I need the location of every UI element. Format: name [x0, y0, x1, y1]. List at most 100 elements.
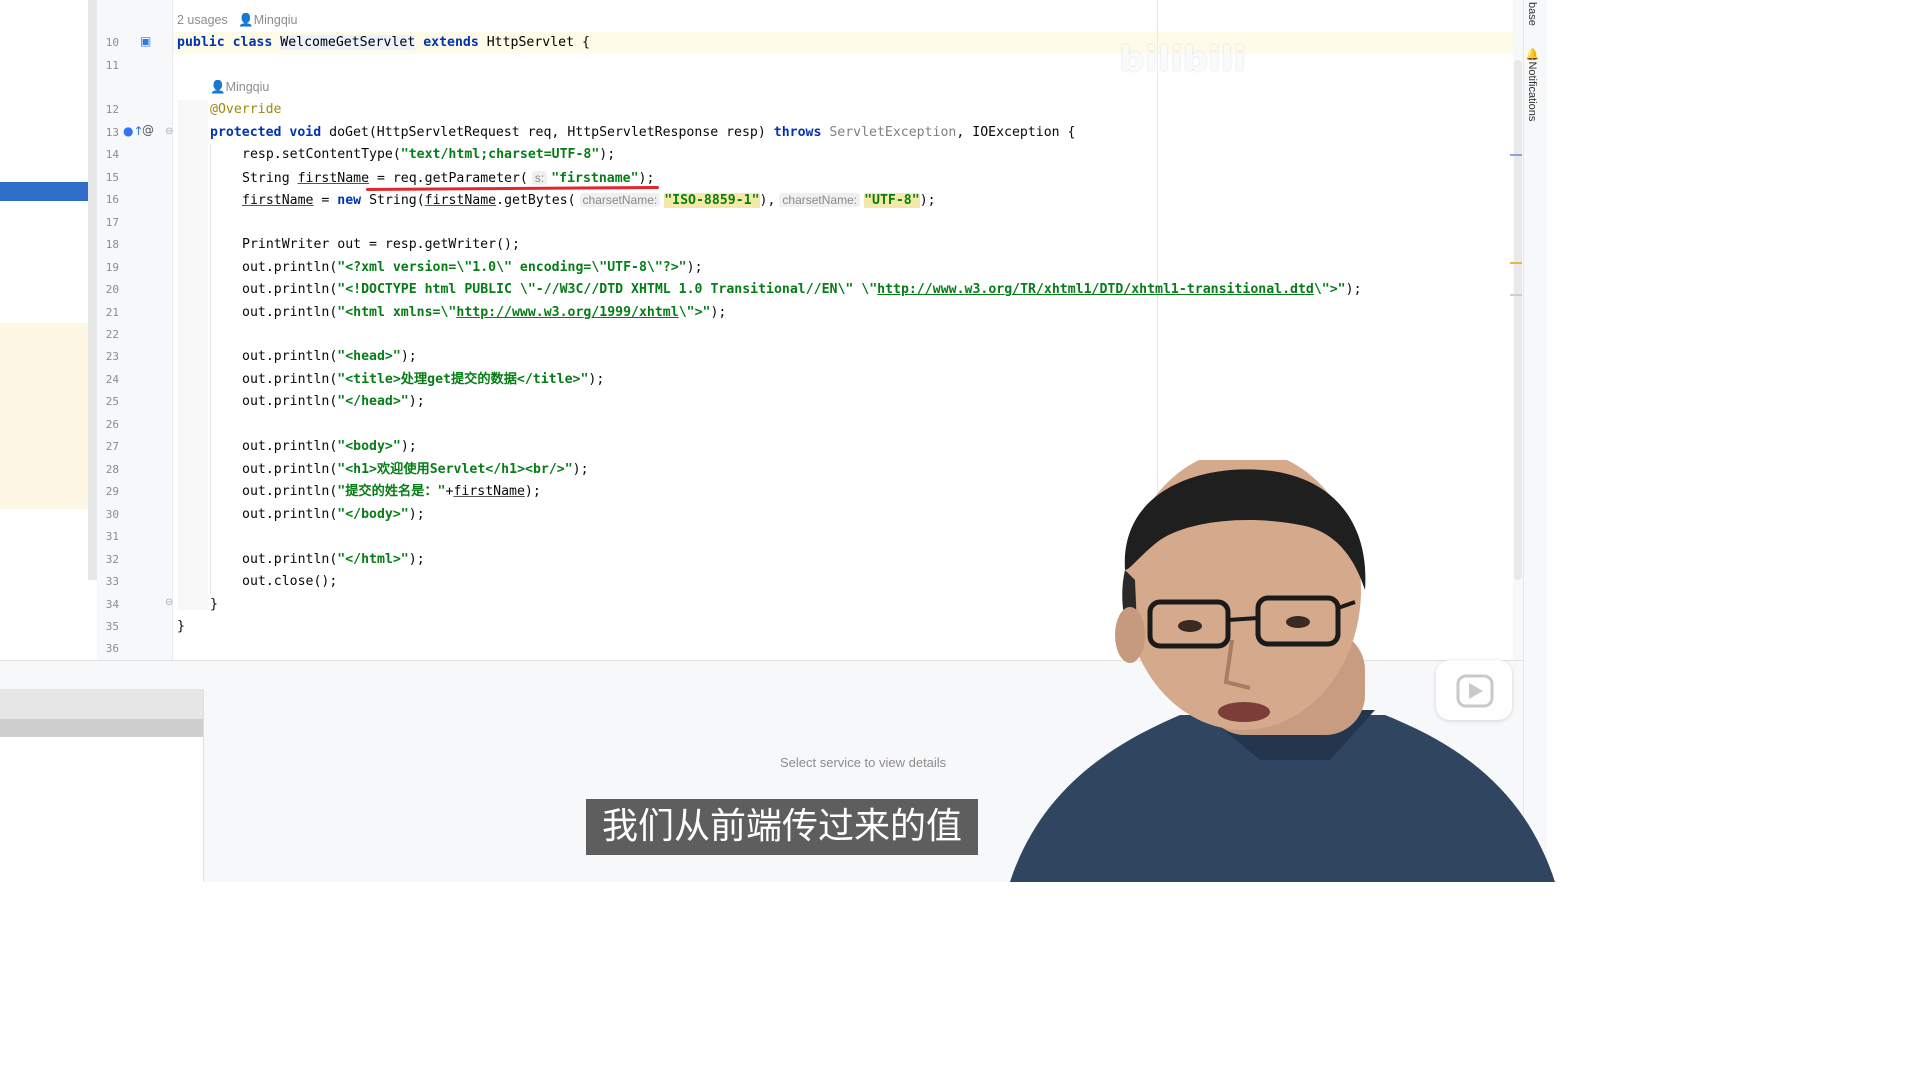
override-method-icon[interactable]: ●↑ [123, 124, 144, 138]
code-text: out.println( [242, 552, 338, 567]
code-text: ); [408, 394, 425, 409]
line-number[interactable]: 16 [97, 189, 119, 211]
line-number[interactable]: 36 [97, 638, 119, 660]
param-hint: charsetName: [779, 193, 861, 207]
code-text: out.println( [242, 372, 338, 387]
run-servlet-icon[interactable]: ▣ [140, 34, 151, 48]
line-number[interactable]: 13 [97, 122, 119, 144]
code-line-35: } [177, 619, 185, 634]
line-number[interactable]: 31 [97, 526, 119, 548]
string-literal: "提交的姓名是：" [337, 484, 446, 499]
notifications-label: Notifications [1526, 61, 1538, 122]
string-literal: "<head>" [337, 349, 401, 364]
project-selected-row[interactable] [0, 182, 97, 201]
string-literal: "<html xmlns=\" [337, 305, 457, 320]
line-number[interactable]: 35 [97, 616, 119, 638]
code-text: ); [686, 260, 703, 275]
string-literal: \">" [1313, 282, 1346, 297]
class-usages-meta[interactable]: 2 usages 👤Mingqiu [177, 13, 298, 28]
code-text: resp.setContentType( [242, 147, 401, 162]
line-number[interactable]: 34 [97, 594, 119, 616]
author-icon: 👤 [210, 80, 226, 94]
code-line-10: public class WelcomeGetServlet extends H… [177, 32, 590, 54]
line-number[interactable]: 25 [97, 391, 119, 413]
code-line-20: out.println("<!DOCTYPE html PUBLIC \"-//… [242, 279, 1362, 301]
code-line-30: out.println("</body>"); [242, 504, 425, 526]
line-number[interactable]: 24 [97, 369, 119, 391]
kw-protected: protected [210, 125, 282, 140]
code-line-19: out.println("<?xml version=\"1.0\" encod… [242, 257, 703, 279]
string-literal: "</html>" [337, 552, 409, 567]
bell-icon: 🔔 [1526, 48, 1538, 62]
code-text: out.println( [242, 394, 338, 409]
kw-new: new [337, 193, 362, 208]
notifications-tool-tab[interactable]: 🔔Notifications [1526, 48, 1539, 121]
code-text: String( [361, 193, 425, 208]
line-number[interactable]: 10 [97, 32, 119, 54]
line-number[interactable]: 32 [97, 549, 119, 571]
override-annotation: @Override [210, 102, 282, 117]
line-number[interactable]: 20 [97, 279, 119, 301]
line-number[interactable]: 18 [97, 234, 119, 256]
services-tree-selected-row[interactable] [0, 719, 203, 737]
io-exception: , IOException { [956, 125, 1076, 140]
panel-splitter[interactable] [88, 0, 97, 580]
servlet-exception: ServletException [829, 125, 957, 140]
code-line-16: firstName = new String(firstName.getByte… [242, 189, 936, 211]
line-number[interactable]: 11 [97, 55, 119, 77]
dtd-url-link[interactable]: http://www.w3.org/TR/xhtml1/DTD/xhtml1-t… [877, 282, 1314, 297]
code-text: ); [400, 439, 417, 454]
line-number[interactable]: 28 [97, 459, 119, 481]
xhtml-url-link[interactable]: http://www.w3.org/1999/xhtml [456, 305, 678, 320]
author-name: Mingqiu [253, 13, 298, 27]
code-text: ), [759, 193, 776, 208]
line-number[interactable]: 19 [97, 257, 119, 279]
code-line-29: out.println("提交的姓名是："+firstName); [242, 481, 541, 503]
play-icon [1456, 674, 1494, 708]
code-line-33: out.close(); [242, 574, 338, 589]
line-number[interactable]: 17 [97, 212, 119, 234]
line-number[interactable]: 12 [97, 99, 119, 121]
kw-extends: extends [423, 35, 479, 50]
code-line-23: out.println("<head>"); [242, 346, 417, 368]
kw-throws: throws [773, 125, 822, 140]
code-text: ); [599, 147, 616, 162]
scroll-marker[interactable] [1510, 294, 1522, 296]
code-line-21: out.println("<html xmlns=\"http://www.w3… [242, 302, 726, 324]
line-number[interactable]: 21 [97, 302, 119, 324]
line-number[interactable]: 30 [97, 504, 119, 526]
database-tool-tab[interactable]: base [1526, 2, 1538, 26]
line-number[interactable]: 26 [97, 414, 119, 436]
usages-count[interactable]: 2 usages [177, 13, 228, 27]
code-line-14: resp.setContentType("text/html;charset=U… [242, 144, 615, 166]
code-text: .getBytes( [496, 193, 576, 208]
play-button[interactable] [1436, 660, 1512, 720]
scroll-marker[interactable] [1510, 154, 1522, 156]
line-number[interactable]: 15 [97, 167, 119, 189]
scroll-marker[interactable] [1510, 262, 1522, 264]
code-text: ); [400, 349, 417, 364]
code-text: ); [1345, 282, 1362, 297]
string-literal: "firstname" [551, 171, 639, 186]
line-number[interactable]: 22 [97, 324, 119, 346]
string-literal: "<?xml version=\"1.0\" encoding=\"UTF-8\… [337, 260, 687, 275]
line-number[interactable]: 14 [97, 144, 119, 166]
line-number[interactable]: 29 [97, 481, 119, 503]
author-name: Mingqiu [225, 80, 270, 94]
line-number[interactable]: 23 [97, 346, 119, 368]
request-mapping-icon[interactable]: @ [142, 123, 154, 137]
bilibili-watermark: bilibili [1120, 40, 1247, 80]
code-text: ); [408, 507, 425, 522]
super-class[interactable]: HttpServlet [487, 35, 574, 50]
code-text: out.println( [242, 260, 338, 275]
code-text: ); [588, 372, 605, 387]
code-text: out.println( [242, 282, 338, 297]
class-name[interactable]: WelcomeGetServlet [280, 35, 416, 50]
code-line-34: } [210, 597, 218, 612]
line-number[interactable]: 27 [97, 436, 119, 458]
services-tree[interactable] [0, 689, 204, 882]
line-number[interactable]: 33 [97, 571, 119, 593]
variable-firstname: firstName [242, 193, 314, 208]
variable-firstname: firstName [424, 193, 497, 208]
code-text: out.println( [242, 439, 338, 454]
